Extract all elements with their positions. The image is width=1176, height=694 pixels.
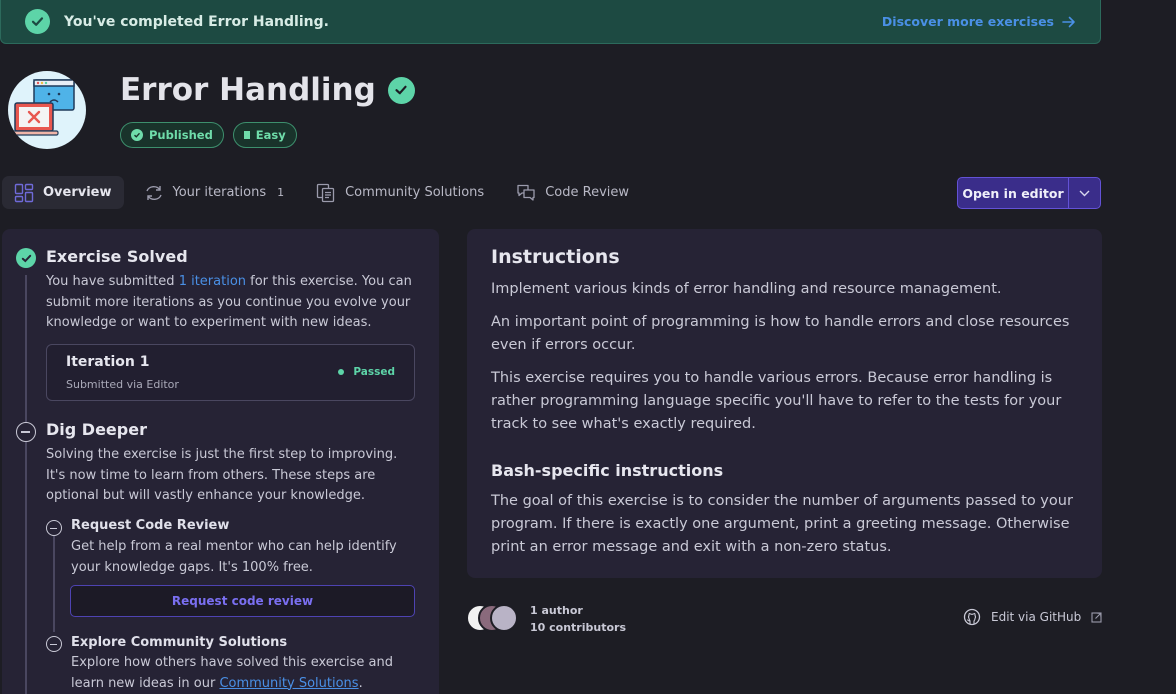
- author-count: 1 author: [530, 604, 583, 617]
- tab-overview[interactable]: Overview: [2, 176, 124, 209]
- iteration-status: Passed: [338, 366, 395, 378]
- tab-your-iterations[interactable]: Your iterations 1: [132, 176, 297, 209]
- edit-github-label: Edit via GitHub: [991, 610, 1082, 624]
- tab-label: Overview: [43, 185, 112, 200]
- instructions-paragraph: Implement various kinds of error handlin…: [491, 281, 1002, 297]
- discover-label: Discover more exercises: [881, 14, 1054, 29]
- difficulty-bar-icon: [243, 131, 250, 139]
- instructions-paragraph: This exercise requires you to handle var…: [491, 370, 1062, 432]
- completed-check-icon: [387, 76, 415, 104]
- page-title: Error Handling: [120, 72, 415, 108]
- iterations-icon: [145, 185, 162, 200]
- iteration-subtitle: Submitted via Editor: [66, 378, 179, 391]
- collapse-icon[interactable]: [16, 422, 36, 442]
- request-review-text: Get help from a real mentor who can help…: [71, 539, 397, 575]
- contributor-avatars[interactable]: [466, 604, 520, 632]
- completion-message: You've completed Error Handling.: [64, 13, 329, 30]
- tab-label: Code Review: [545, 185, 629, 200]
- difficulty-label: Easy: [255, 128, 286, 142]
- external-link-icon: [1091, 611, 1102, 623]
- edit-via-github-link[interactable]: Edit via GitHub: [963, 608, 1102, 626]
- completion-banner: You've completed Error Handling. Discove…: [0, 0, 1101, 44]
- dig-deeper-title: Dig Deeper: [46, 420, 147, 439]
- instructions-paragraph: An important point of programming is how…: [491, 314, 1070, 353]
- tab-community-solutions[interactable]: Community Solutions: [304, 176, 496, 209]
- explore-solutions-title: Explore Community Solutions: [71, 635, 288, 650]
- explore-text-end: .: [358, 675, 363, 691]
- open-editor-label: Open in editor: [962, 185, 1064, 201]
- title-text: Error Handling: [120, 72, 376, 108]
- collapse-icon[interactable]: [46, 520, 62, 536]
- iteration-count: 1: [277, 186, 285, 199]
- code-review-icon: [517, 184, 535, 201]
- solved-check-icon: [16, 248, 36, 268]
- dig-deeper-text: Solving the exercise is just the first s…: [46, 447, 398, 503]
- status-pills: Published Easy: [120, 122, 297, 148]
- explore-solutions-text: Explore how others have solved this exer…: [71, 653, 416, 694]
- bash-instructions-title: Bash-specific instructions: [491, 461, 724, 480]
- collapse-icon[interactable]: [46, 636, 62, 652]
- tab-label: Your iterations: [172, 185, 267, 200]
- timeline-connector: [25, 275, 27, 425]
- overview-icon: [14, 183, 34, 202]
- open-in-editor-button-group: Open in editor: [957, 177, 1101, 209]
- contributor-count: 10 contributors: [530, 621, 626, 634]
- tab-code-review[interactable]: Code Review: [504, 176, 641, 209]
- check-icon: [131, 129, 143, 141]
- github-icon: [963, 608, 981, 626]
- published-badge: Published: [120, 122, 224, 148]
- exercise-icon: [8, 71, 86, 149]
- discover-more-link[interactable]: Discover more exercises: [882, 14, 1076, 29]
- contributors-info[interactable]: 1 author 10 contributors: [530, 602, 626, 636]
- timeline-connector: [25, 442, 27, 694]
- exercise-solved-text: You have submitted 1 iteration for this …: [46, 272, 416, 334]
- iteration-title: Iteration 1: [66, 354, 150, 370]
- arrow-right-icon: [1062, 16, 1075, 27]
- iteration-card[interactable]: Iteration 1 Submitted via Editor Passed: [46, 344, 415, 401]
- status-label: Passed: [353, 366, 395, 378]
- difficulty-badge: Easy: [232, 122, 297, 148]
- solved-text-start: You have submitted: [46, 274, 179, 289]
- instructions-title: Instructions: [491, 246, 620, 268]
- avatar: [490, 604, 518, 632]
- chevron-down-icon: [1079, 190, 1090, 196]
- tab-label: Community Solutions: [345, 185, 485, 200]
- timeline-connector: [53, 536, 55, 632]
- request-code-review-button[interactable]: Request code review: [70, 585, 415, 617]
- request-review-title: Request Code Review: [71, 518, 230, 533]
- check-icon: [25, 9, 50, 34]
- iteration-link[interactable]: 1 iteration: [179, 274, 246, 289]
- published-label: Published: [149, 128, 213, 142]
- status-dot-icon: [338, 369, 345, 375]
- exercise-solved-title: Exercise Solved: [46, 247, 188, 266]
- exercise-tabs: Overview Your iterations 1 Community Sol…: [2, 176, 649, 209]
- bash-instructions-paragraph: The goal of this exercise is to consider…: [491, 493, 1073, 555]
- open-in-editor-button[interactable]: Open in editor: [958, 178, 1069, 208]
- community-solutions-icon: [316, 183, 335, 202]
- community-solutions-link[interactable]: Community Solutions: [219, 676, 358, 691]
- editor-options-dropdown[interactable]: [1069, 178, 1100, 208]
